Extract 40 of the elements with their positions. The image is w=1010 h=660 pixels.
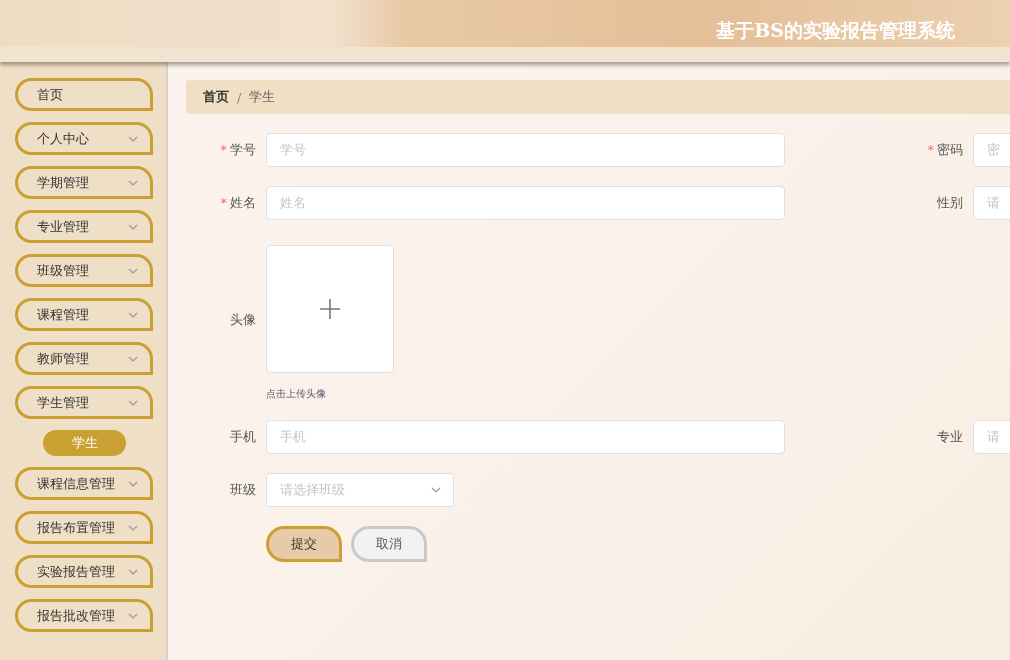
app-title: 基于BS的实验报告管理系统 [716,18,955,43]
breadcrumb-link[interactable]: 首页 [203,88,229,106]
sidebar-item[interactable]: 报告布置管理 [15,511,153,544]
field-label: 专业 [936,428,964,446]
plus-icon [319,298,341,320]
chevron-down-icon [128,480,138,487]
sidebar-item[interactable]: 课程管理 [15,298,153,331]
sidebar-item[interactable]: 报告批改管理 [15,599,153,632]
field-label: 班级 [229,481,257,499]
field-label: 头像 [229,311,257,329]
sidebar-item[interactable]: 班级管理 [15,254,153,287]
chevron-down-icon [128,135,138,142]
sidebar-item[interactable]: 学生管理 [15,386,153,419]
upload-caption: 点击上传头像 [266,387,327,401]
field-label: * 姓名 [219,194,257,212]
chevron-down-icon [128,223,138,230]
sidebar-item[interactable]: 课程信息管理 [15,467,153,500]
chevron-down-icon [128,311,138,318]
sidebar-item[interactable]: 学期管理 [15,166,153,199]
sidebar-item[interactable]: 个人中心 [15,122,153,155]
submit-button[interactable]: 提交 [266,526,342,562]
breadcrumb-separator: / [237,89,242,105]
field-label: * 学号 [219,141,257,159]
chevron-down-icon [128,612,138,619]
sidebar-item[interactable]: 专业管理 [15,210,153,243]
field-label: 性别 [936,194,964,212]
sidebar-item[interactable]: 教师管理 [15,342,153,375]
sidebar-item[interactable]: 首页 [15,78,153,111]
chevron-down-icon [128,524,138,531]
sidebar-item[interactable]: 实验报告管理 [15,555,153,588]
chevron-down-icon [128,568,138,575]
chevron-down-icon [128,399,138,406]
cancel-button[interactable]: 取消 [351,526,427,562]
chevron-down-icon [128,179,138,186]
chevron-down-icon [128,355,138,362]
upload-box[interactable] [266,245,394,373]
field-label: 手机 [229,428,257,446]
chevron-down-icon [431,487,441,493]
chevron-down-icon [128,267,138,274]
field-label: * 密码 [926,141,964,159]
